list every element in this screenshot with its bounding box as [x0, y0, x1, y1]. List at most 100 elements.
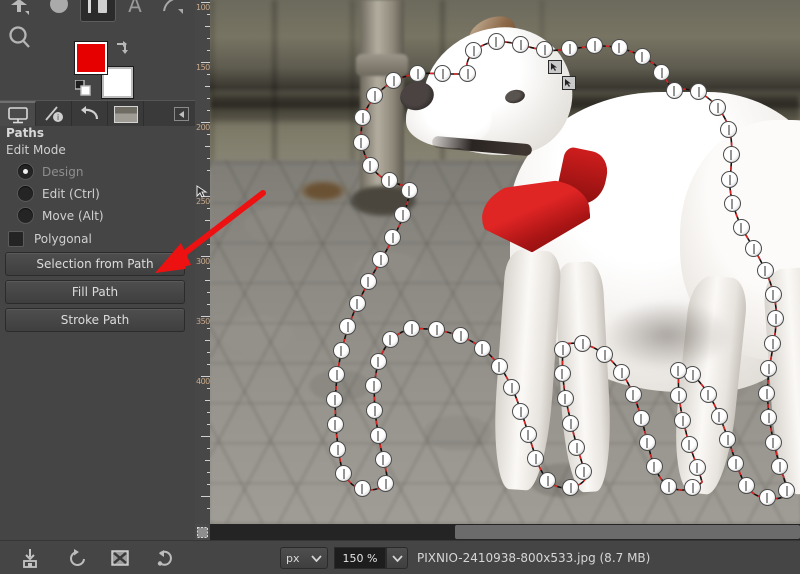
- path-anchor[interactable]: [326, 416, 344, 434]
- chevron-down-icon: [311, 554, 322, 562]
- path-anchor[interactable]: [722, 145, 740, 163]
- ground-debris-1: [298, 180, 348, 202]
- paths-tool[interactable]: [160, 0, 186, 18]
- path-anchor[interactable]: [568, 438, 586, 456]
- path-anchor[interactable]: [434, 65, 452, 82]
- stroke-path-button[interactable]: Stroke Path: [5, 308, 185, 332]
- path-anchor[interactable]: [372, 250, 390, 268]
- path-anchor[interactable]: [624, 386, 642, 404]
- path-anchor[interactable]: [473, 339, 491, 357]
- path-anchor[interactable]: [562, 478, 580, 496]
- save-tool-preset-button[interactable]: [20, 548, 40, 568]
- path-anchor[interactable]: [369, 427, 387, 445]
- navigation-preview-button[interactable]: [195, 524, 210, 540]
- image-canvas[interactable]: [210, 0, 800, 524]
- path-anchor[interactable]: [758, 489, 776, 507]
- tool-options-toolbar: [0, 540, 195, 574]
- path-anchor[interactable]: [610, 39, 628, 57]
- path-anchor[interactable]: [660, 477, 678, 495]
- path-anchor[interactable]: [645, 458, 663, 475]
- horizontal-scrollbar-thumb[interactable]: [455, 525, 800, 539]
- horizontal-scrollbar[interactable]: [210, 524, 800, 540]
- path-anchor[interactable]: [554, 340, 572, 358]
- restore-tool-preset-button[interactable]: [68, 548, 88, 568]
- unified-transform-tool[interactable]: [6, 0, 32, 18]
- path-anchor[interactable]: [764, 285, 782, 303]
- text-tool[interactable]: A: [122, 0, 148, 18]
- path-anchor[interactable]: [633, 48, 651, 66]
- restore-icon: [70, 549, 85, 566]
- path-anchor[interactable]: [575, 462, 593, 480]
- path-anchor[interactable]: [760, 359, 778, 377]
- polygonal-checkbox[interactable]: [8, 231, 24, 247]
- path-anchor[interactable]: [771, 457, 789, 475]
- path-anchor[interactable]: [665, 81, 683, 99]
- radio-move[interactable]: Move (Alt): [18, 205, 104, 226]
- path-anchor[interactable]: [352, 133, 370, 151]
- measure-tool[interactable]: [80, 0, 116, 22]
- images-tab[interactable]: [108, 101, 144, 127]
- path-anchor[interactable]: [359, 272, 377, 290]
- path-anchor[interactable]: [539, 471, 557, 489]
- path-anchor[interactable]: [674, 411, 692, 429]
- path-anchor[interactable]: [732, 218, 750, 236]
- reset-tool-options-button[interactable]: [155, 548, 175, 568]
- delete-tool-preset-button[interactable]: [110, 548, 130, 568]
- tool-options-icon: [7, 107, 28, 124]
- polygonal-checkbox-row[interactable]: Polygonal: [8, 229, 92, 249]
- path-anchor[interactable]: [459, 65, 476, 82]
- path-anchor[interactable]: [369, 352, 387, 370]
- path-anchor[interactable]: [519, 426, 537, 444]
- path-anchor[interactable]: [764, 433, 782, 451]
- tool-options-tab[interactable]: [0, 101, 36, 127]
- dock-menu-button[interactable]: [174, 107, 189, 121]
- path-anchor[interactable]: [758, 384, 776, 402]
- path-anchor[interactable]: [653, 63, 670, 81]
- path-anchor[interactable]: [632, 409, 650, 427]
- path-anchor[interactable]: [353, 480, 371, 498]
- path-anchor[interactable]: [332, 341, 350, 359]
- path-anchor[interactable]: [556, 390, 574, 408]
- radio-edit[interactable]: Edit (Ctrl): [18, 183, 100, 204]
- zoom-input[interactable]: 150 %: [334, 547, 386, 569]
- path-anchor[interactable]: [361, 156, 379, 174]
- path-anchor[interactable]: [756, 262, 774, 280]
- path-anchor[interactable]: [348, 294, 366, 312]
- radio-design[interactable]: Design: [18, 161, 83, 182]
- tool-search-button[interactable]: [6, 24, 34, 52]
- default-colors-button[interactable]: [74, 79, 91, 96]
- post-ring: [356, 54, 408, 76]
- paths-icon: [163, 0, 183, 14]
- swap-colors-button[interactable]: [114, 40, 130, 56]
- search-icon: [9, 26, 30, 48]
- path-anchor[interactable]: [512, 36, 530, 53]
- radio-dot: [18, 186, 33, 201]
- path-anchor[interactable]: [721, 170, 739, 188]
- path-anchor[interactable]: [710, 407, 728, 425]
- canvas-area: 100 150 200 250 300 350 400 px 150 % PIX…: [195, 0, 800, 574]
- blur-sharpen-tool[interactable]: [46, 0, 72, 18]
- pointer-tab[interactable]: i: [36, 101, 72, 127]
- path-anchor[interactable]: [409, 64, 427, 82]
- path-anchor[interactable]: [380, 172, 398, 190]
- undo-history-tab[interactable]: [72, 101, 108, 127]
- path-anchor[interactable]: [512, 402, 530, 420]
- zoom-dropdown-button[interactable]: [386, 547, 408, 569]
- path-anchor[interactable]: [374, 451, 392, 469]
- path-anchor[interactable]: [487, 32, 505, 50]
- path-anchor[interactable]: [638, 434, 656, 452]
- foreground-color-swatch[interactable]: [74, 41, 108, 75]
- ruler-label: 250: [196, 197, 210, 206]
- path-anchor[interactable]: [778, 481, 796, 499]
- selection-from-path-button[interactable]: Selection from Path: [5, 252, 185, 276]
- path-anchor[interactable]: [385, 71, 403, 89]
- vertical-ruler[interactable]: 100 150 200 250 300 350 400: [195, 0, 210, 524]
- path-anchor[interactable]: [562, 414, 580, 432]
- fill-path-button[interactable]: Fill Path: [5, 280, 185, 304]
- path-anchor[interactable]: [680, 435, 698, 453]
- unit-select[interactable]: px: [280, 547, 328, 569]
- path-anchor[interactable]: [400, 182, 418, 200]
- path-anchor[interactable]: [490, 357, 508, 375]
- path-anchor[interactable]: [699, 385, 717, 403]
- color-area: [60, 40, 140, 99]
